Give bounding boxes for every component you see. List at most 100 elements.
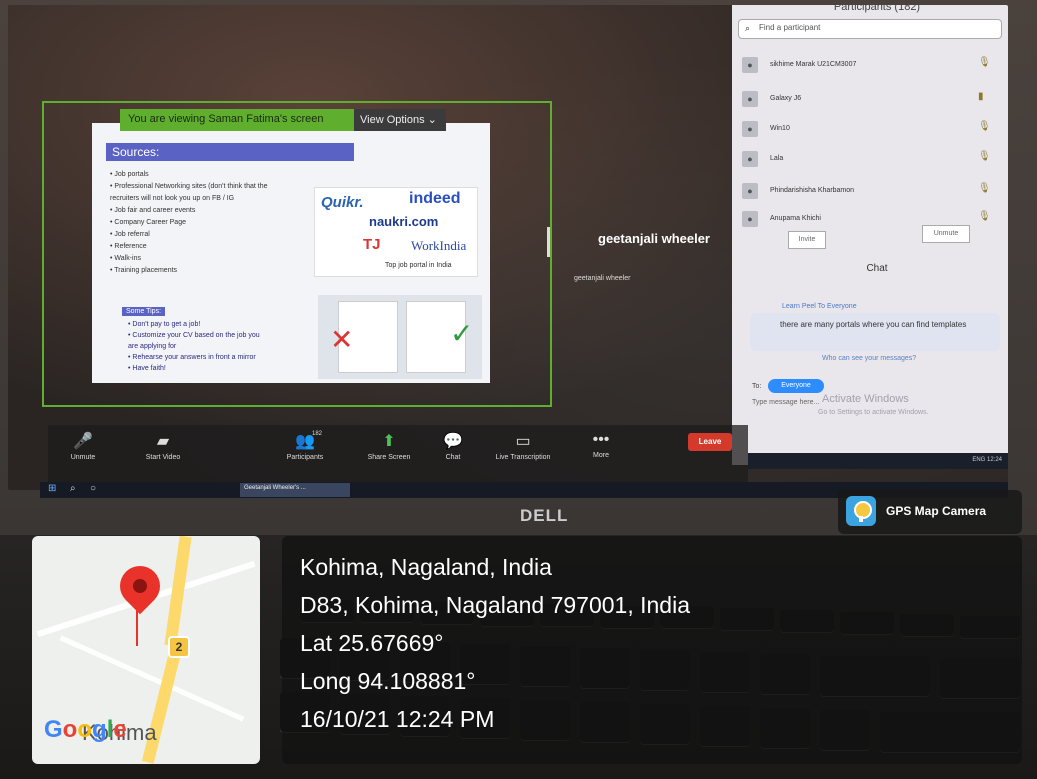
gps-app-name: GPS Map Camera xyxy=(886,504,987,518)
more-label: More xyxy=(593,452,609,459)
slide-bullet: • Reference xyxy=(110,243,147,250)
cv-comparison-image: ✕ ✓ xyxy=(318,295,482,379)
dell-logo: DELL xyxy=(520,506,569,525)
avatar-icon: ● xyxy=(742,91,758,107)
participant-name: Lala xyxy=(770,155,784,162)
slide-bullet: • Walk-ins xyxy=(110,255,141,262)
unmute-button[interactable]: 🎤 Unmute xyxy=(48,431,118,461)
leave-button[interactable]: Leave xyxy=(688,433,732,451)
slide-tip: • Rehearse your answers in front a mirro… xyxy=(128,354,256,361)
search-icon: ⌕ xyxy=(745,23,751,33)
share-screen-label: Share Screen xyxy=(367,454,411,461)
logos-caption: Top job portal in India xyxy=(385,262,452,269)
unmute-participant-button[interactable]: Unmute xyxy=(922,225,970,243)
live-transcription-label: Live Transcription xyxy=(495,454,551,461)
check-icon: ✓ xyxy=(450,318,474,349)
location-info-box: Kohima, Nagaland, India D83, Kohima, Nag… xyxy=(282,536,1022,764)
location-city: Kohima, Nagaland, India xyxy=(300,554,552,580)
slide-tip: • Customize your CV based on the job you xyxy=(128,332,260,339)
participant-name: sikhime Marak U21CM3007 xyxy=(770,61,857,68)
windows-start-icon[interactable]: ⊞ xyxy=(48,483,56,494)
slide-tip: • Have faith! xyxy=(128,365,166,372)
slide-heading: Sources: xyxy=(106,143,354,161)
muted-mic-icon: 🎙 xyxy=(978,183,991,194)
map-road xyxy=(59,635,245,722)
video-camera-icon: ▰ xyxy=(156,433,170,450)
location-address: D83, Kohima, Nagaland 797001, India xyxy=(300,592,691,618)
chat-title: Chat xyxy=(866,263,888,274)
location-longitude: Long 94.108881° xyxy=(300,668,476,694)
participant-row[interactable]: ● Phindarishisha Kharbamon 🎙 xyxy=(742,179,1008,205)
video-off-icon: ▮ xyxy=(978,91,984,102)
slide-bullet: • Job portals xyxy=(110,171,149,178)
microphone-icon: 🎤 xyxy=(73,433,93,450)
cross-icon: ✕ xyxy=(330,324,354,355)
split-handle[interactable] xyxy=(547,227,550,257)
avatar-icon: ● xyxy=(742,211,758,227)
slide-bullet: recruiters will not look you up on FB / … xyxy=(110,195,235,202)
avatar-icon: ● xyxy=(742,151,758,167)
participant-row[interactable]: ● Lala 🎙 xyxy=(742,147,1008,173)
start-video-label: Start Video xyxy=(145,454,181,461)
meeting-toolbar: 🎤 Unmute ▰ Start Video 182 👥 Participant… xyxy=(48,425,748,487)
taskbar-zoom-window[interactable]: Geetanjali Wheeler's ... xyxy=(240,483,350,497)
chat-message: there are many portals where you can fin… xyxy=(750,313,1000,351)
view-options-button[interactable]: View Options ⌄ xyxy=(354,109,446,131)
google-logo: Google xyxy=(44,716,127,743)
participants-title: Participants (182) xyxy=(833,5,921,13)
live-transcription-button[interactable]: ▭ Live Transcription xyxy=(488,431,558,461)
chat-sender: Learn Peel To Everyone xyxy=(782,303,857,310)
unmute-label: Unmute xyxy=(70,454,96,461)
slide-bullet: • Job referral xyxy=(110,231,150,238)
chat-visibility-link[interactable]: Who can see your messages? xyxy=(822,355,916,362)
slide-tip: • Don't pay to get a job! xyxy=(128,321,201,328)
activate-windows-watermark: Activate Windows xyxy=(822,393,909,405)
presentation-slide: Sources: • Job portals • Professional Ne… xyxy=(92,123,490,383)
muted-mic-icon: 🎙 xyxy=(978,57,991,68)
job-portal-logos: Quikr. indeed naukri.com TJ WorkIndia To… xyxy=(314,187,478,277)
system-tray: ENG 12:24 xyxy=(748,453,1008,469)
participants-button[interactable]: 182 👥 Participants xyxy=(270,431,340,461)
share-screen-icon: ⬆ xyxy=(382,433,396,450)
route-number-badge: 2 xyxy=(168,636,190,658)
people-icon: 👥 xyxy=(295,433,315,450)
slide-tip: are applying for xyxy=(128,343,177,350)
participant-row[interactable]: ● Galaxy J6 ▮ xyxy=(742,87,1008,113)
participant-name: Galaxy J6 xyxy=(770,95,802,102)
participant-count: 182 xyxy=(312,431,323,437)
participants-panel: Participants (182) ⌕ Find a participant … xyxy=(732,5,1008,465)
naukri-logo: naukri.com xyxy=(369,214,439,229)
invite-button[interactable]: Invite xyxy=(788,231,826,249)
indeed-logo: indeed xyxy=(409,190,461,207)
muted-mic-icon: 🎙 xyxy=(978,211,991,222)
start-video-button[interactable]: ▰ Start Video xyxy=(128,431,198,461)
participant-row[interactable]: ● sikhime Marak U21CM3007 🎙 xyxy=(742,53,1008,79)
slide-tips: • Don't pay to get a job! • Customize yo… xyxy=(128,319,298,374)
more-button[interactable]: ••• More xyxy=(566,431,636,459)
participant-row[interactable]: ● Win10 🎙 xyxy=(742,117,1008,143)
chat-input[interactable]: Type message here... xyxy=(752,399,819,406)
map-highway xyxy=(141,646,183,764)
search-placeholder: Find a participant xyxy=(759,23,821,32)
chat-bubble-icon: 💬 xyxy=(443,433,463,450)
slide-bullet: • Professional Networking sites (don't t… xyxy=(110,183,268,190)
tips-title: Some Tips: xyxy=(122,307,166,316)
slide-bullet: • Company Career Page xyxy=(110,219,186,226)
muted-mic-icon: 🎙 xyxy=(978,151,991,162)
active-speaker-label: geetanjali wheeler xyxy=(574,275,631,282)
chat-button[interactable]: 💬 Chat xyxy=(418,431,488,461)
screen-share-banner: You are viewing Saman Fatima's screen xyxy=(120,109,356,131)
workindia-logo: WorkIndia xyxy=(411,238,467,253)
location-datetime: 16/10/21 12:24 PM xyxy=(300,706,495,732)
task-view-icon[interactable]: ○ xyxy=(90,483,96,494)
share-screen-button[interactable]: ⬆ Share Screen xyxy=(354,431,424,461)
participant-name: Anupama Khichi xyxy=(770,215,821,222)
participant-search-input[interactable]: ⌕ Find a participant xyxy=(738,19,1002,39)
chat-recipient-select[interactable]: Everyone xyxy=(768,379,824,393)
gps-camera-icon xyxy=(846,496,876,526)
map-thumbnail: 2 Kohima Google xyxy=(32,536,260,764)
cc-icon: ▭ xyxy=(515,433,531,450)
search-icon[interactable]: ⌕ xyxy=(70,483,76,494)
avatar-icon: ● xyxy=(742,183,758,199)
slide-bullets: • Job portals • Professional Networking … xyxy=(110,169,310,277)
